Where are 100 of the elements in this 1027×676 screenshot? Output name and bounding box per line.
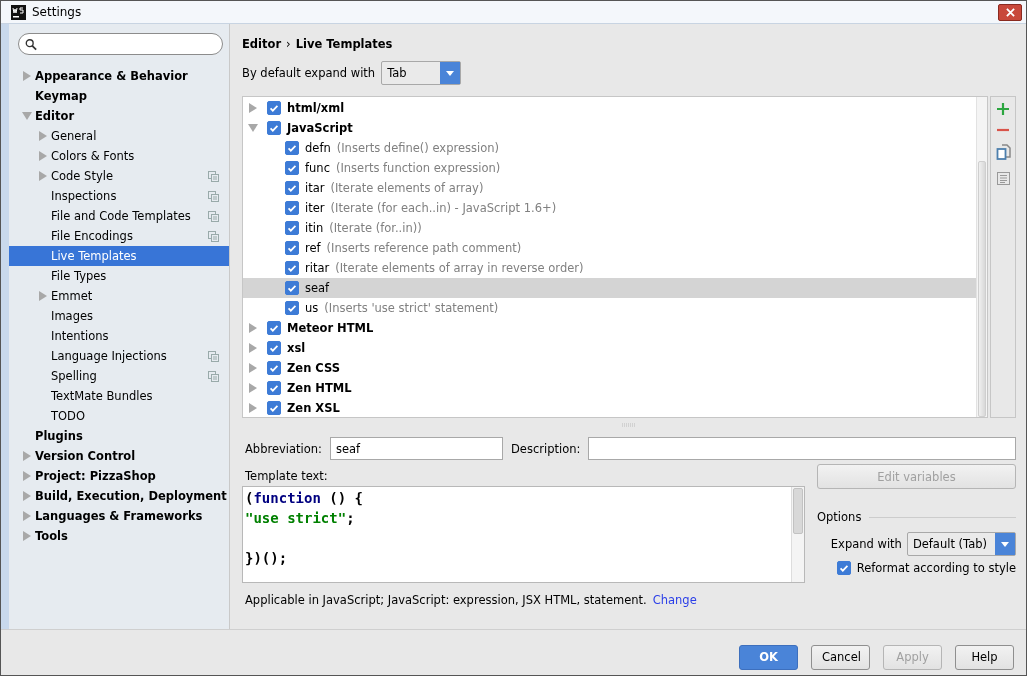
checkbox[interactable] bbox=[836, 561, 851, 575]
settings-tree-item[interactable]: Tools bbox=[9, 526, 229, 546]
template-group-row[interactable]: xsl bbox=[243, 338, 976, 358]
checkbox[interactable] bbox=[267, 401, 281, 415]
template-row[interactable]: func (Inserts function expression) bbox=[243, 158, 976, 178]
settings-tree-item[interactable]: Code Style bbox=[9, 166, 229, 186]
expand-arrow-icon[interactable] bbox=[249, 383, 257, 393]
settings-tree-item[interactable]: Project: PizzaShop bbox=[9, 466, 229, 486]
expand-arrow-icon[interactable] bbox=[249, 323, 257, 333]
dialog-button[interactable]: Help bbox=[955, 644, 1014, 670]
settings-tree-item[interactable]: TextMate Bundles bbox=[9, 386, 229, 406]
template-row[interactable]: ref (Inserts reference path comment) bbox=[243, 238, 976, 258]
description-label: Description: bbox=[510, 441, 581, 456]
expand-arrow-icon[interactable] bbox=[39, 131, 47, 141]
settings-tree-item[interactable]: Colors & Fonts bbox=[9, 146, 229, 166]
expand-arrow-icon[interactable] bbox=[249, 403, 257, 413]
template-row[interactable]: iter (Iterate (for each..in) - JavaScript 1.6+) bbox=[243, 198, 976, 218]
template-row[interactable]: ritar (Iterate elements of array in reverse order) bbox=[243, 258, 976, 278]
scrollbar-thumb[interactable] bbox=[793, 488, 803, 534]
checkbox[interactable] bbox=[285, 201, 299, 215]
window-title: Settings bbox=[32, 5, 82, 19]
settings-tree-item[interactable]: Images bbox=[9, 306, 229, 326]
checkbox[interactable] bbox=[285, 281, 299, 295]
settings-tree-item[interactable]: Plugins bbox=[9, 426, 229, 446]
close-button[interactable] bbox=[998, 3, 1022, 21]
template-row[interactable]: defn (Inserts define() expression) bbox=[243, 138, 976, 158]
settings-tree-item[interactable]: Spelling bbox=[9, 366, 229, 386]
dropdown-arrow-icon bbox=[1001, 541, 1009, 547]
checkbox[interactable] bbox=[267, 101, 281, 115]
collapse-arrow-icon[interactable] bbox=[22, 112, 32, 120]
checkbox[interactable] bbox=[285, 161, 299, 175]
checkbox[interactable] bbox=[285, 261, 299, 275]
settings-tree-item[interactable]: Build, Execution, Deployment bbox=[9, 486, 229, 506]
expand-arrow-icon[interactable] bbox=[23, 71, 31, 81]
expand-arrow-icon[interactable] bbox=[249, 343, 257, 353]
checkbox[interactable] bbox=[267, 321, 281, 335]
settings-tree-item[interactable]: Languages & Frameworks bbox=[9, 506, 229, 526]
template-row[interactable]: us (Inserts 'use strict' statement) bbox=[243, 298, 976, 318]
abbreviation-field[interactable]: seaf bbox=[329, 437, 503, 460]
settings-tree-item[interactable]: File Types bbox=[9, 266, 229, 286]
settings-tree-item[interactable]: Editor bbox=[9, 106, 229, 126]
settings-tree-item[interactable]: Appearance & Behavior bbox=[9, 66, 229, 86]
checkbox[interactable] bbox=[267, 381, 281, 395]
expand-arrow-icon[interactable] bbox=[249, 103, 257, 113]
checkbox[interactable] bbox=[285, 181, 299, 195]
collapse-arrow-icon[interactable] bbox=[248, 124, 258, 132]
checkbox[interactable] bbox=[267, 341, 281, 355]
expand-arrow-icon[interactable] bbox=[39, 171, 47, 181]
settings-tree-item[interactable]: File and Code Templates bbox=[9, 206, 229, 226]
template-group-row[interactable]: Zen HTML bbox=[243, 378, 976, 398]
expand-arrow-icon[interactable] bbox=[23, 491, 31, 501]
change-link[interactable]: Change bbox=[652, 593, 697, 607]
breadcrumb-item: Editor bbox=[242, 37, 282, 51]
add-icon[interactable] bbox=[996, 102, 1010, 116]
expand-arrow-icon[interactable] bbox=[249, 363, 257, 373]
template-description: (Inserts reference path comment) bbox=[326, 241, 522, 255]
settings-tree-item[interactable]: Keymap bbox=[9, 86, 229, 106]
expand-with-dropdown[interactable]: Default (Tab) bbox=[906, 532, 1016, 556]
remove-icon[interactable] bbox=[996, 128, 1010, 132]
applicable-contexts-text: Applicable in JavaScript; JavaScript: expression, JSX HTML, statement. bbox=[245, 593, 647, 607]
expand-arrow-icon[interactable] bbox=[23, 511, 31, 521]
search-field[interactable] bbox=[18, 33, 223, 55]
template-group-row[interactable]: Zen XSL bbox=[243, 398, 976, 418]
settings-tree-item[interactable]: Live Templates bbox=[9, 246, 229, 266]
checkbox[interactable] bbox=[285, 141, 299, 155]
checkbox[interactable] bbox=[285, 221, 299, 235]
template-group-row[interactable]: Meteor HTML bbox=[243, 318, 976, 338]
settings-tree-item[interactable]: Emmet bbox=[9, 286, 229, 306]
settings-tree-item[interactable]: Version Control bbox=[9, 446, 229, 466]
expand-with-label: Expand with bbox=[830, 537, 902, 551]
expand-arrow-icon[interactable] bbox=[23, 451, 31, 461]
expand-dropdown[interactable]: Tab bbox=[381, 61, 462, 85]
expand-arrow-icon[interactable] bbox=[23, 471, 31, 481]
template-row[interactable]: itar (Iterate elements of array) bbox=[243, 178, 976, 198]
checkbox[interactable] bbox=[267, 121, 281, 135]
template-group-row[interactable]: JavaScript bbox=[243, 118, 976, 138]
template-row[interactable]: seaf bbox=[243, 278, 976, 298]
template-group-row[interactable]: html/xml bbox=[243, 98, 976, 118]
settings-tree-item[interactable]: TODO bbox=[9, 406, 229, 426]
expand-arrow-icon[interactable] bbox=[39, 291, 47, 301]
template-description: (Inserts define() expression) bbox=[336, 141, 499, 155]
template-row[interactable]: itin (Iterate (for..in)) bbox=[243, 218, 976, 238]
scrollbar-thumb[interactable] bbox=[978, 161, 986, 417]
template-group-row[interactable]: Zen CSS bbox=[243, 358, 976, 378]
copy-icon[interactable] bbox=[995, 144, 1011, 160]
settings-tree-item[interactable]: File Encodings bbox=[9, 226, 229, 246]
settings-tree-item[interactable]: Intentions bbox=[9, 326, 229, 346]
settings-tree-item[interactable]: Language Injections bbox=[9, 346, 229, 366]
checkbox[interactable] bbox=[285, 301, 299, 315]
settings-tree-item[interactable]: Inspections bbox=[9, 186, 229, 206]
description-field[interactable] bbox=[588, 437, 1016, 460]
template-abbreviation: itin bbox=[305, 221, 324, 235]
checkbox[interactable] bbox=[285, 241, 299, 255]
dialog-button[interactable]: OK bbox=[739, 644, 798, 670]
checkbox[interactable] bbox=[267, 361, 281, 375]
dialog-button[interactable]: Cancel bbox=[811, 644, 870, 670]
settings-tree-item[interactable]: General bbox=[9, 126, 229, 146]
expand-arrow-icon[interactable] bbox=[39, 151, 47, 161]
expand-arrow-icon[interactable] bbox=[23, 531, 31, 541]
document-icon[interactable] bbox=[996, 172, 1010, 185]
